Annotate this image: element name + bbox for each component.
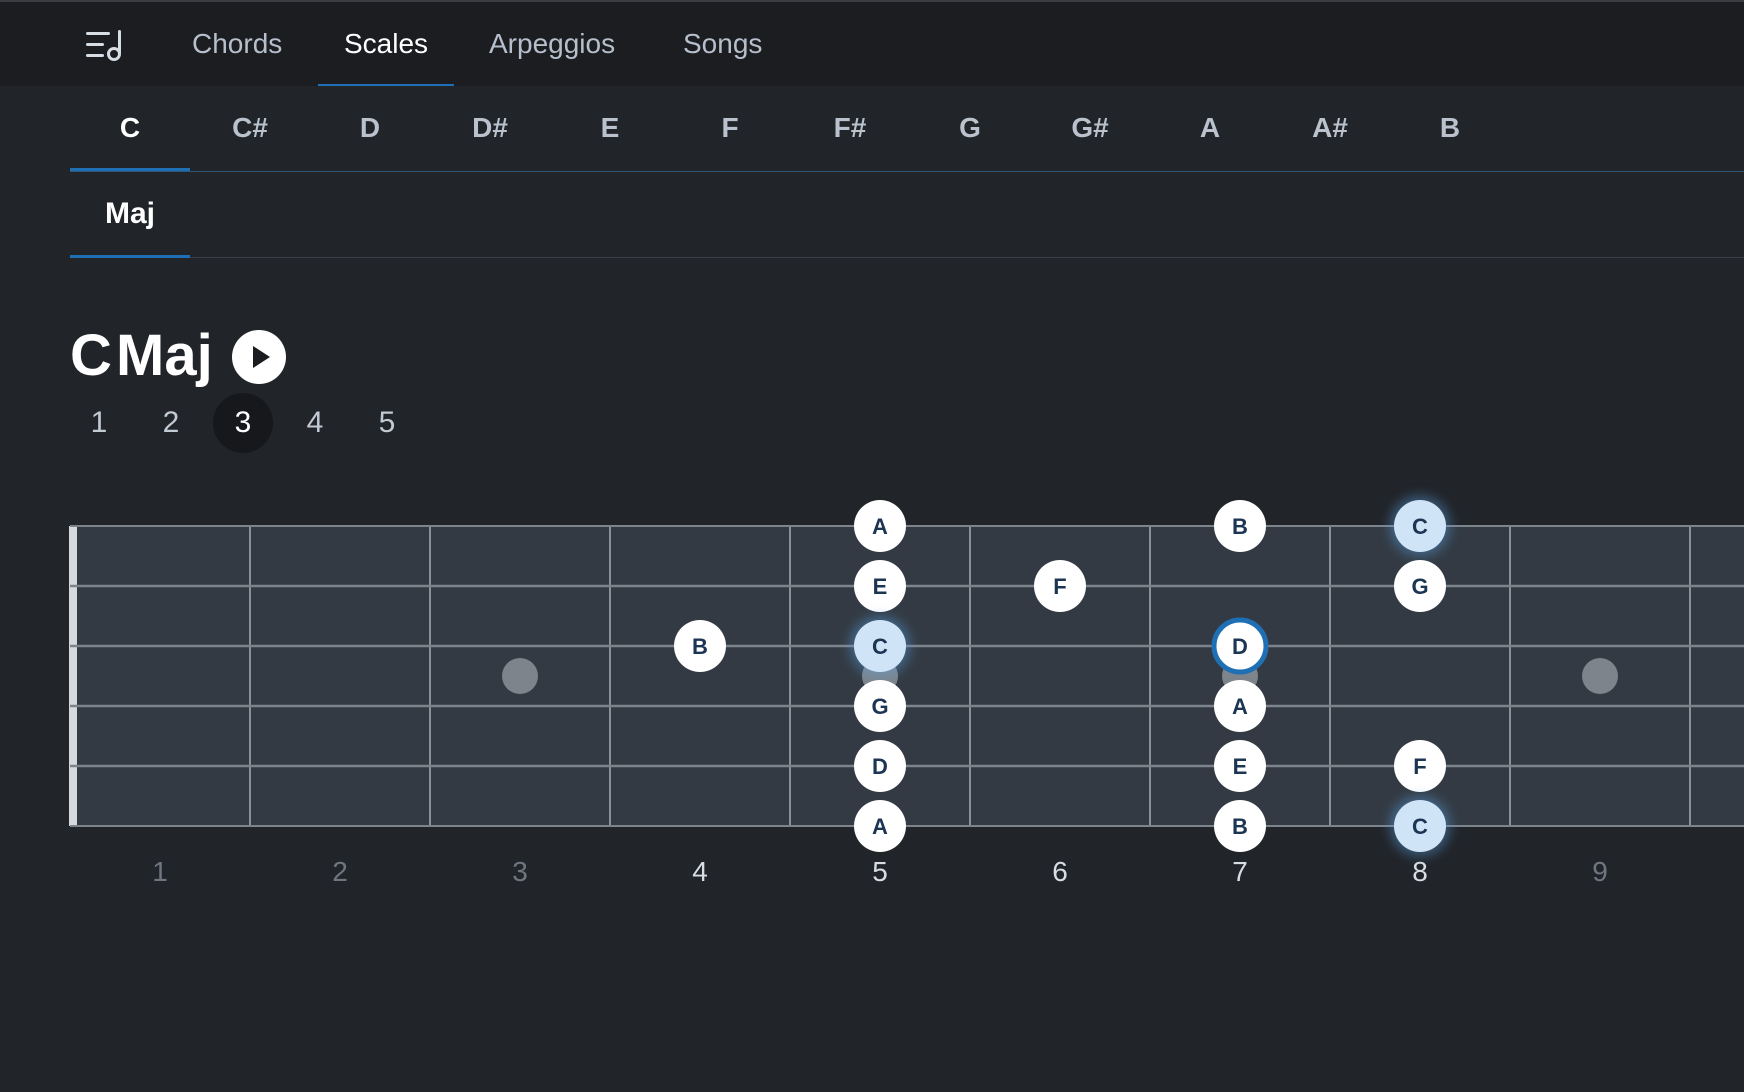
note-marker-a[interactable]: A xyxy=(1214,680,1266,732)
note-label: A xyxy=(872,514,888,539)
note-label: E xyxy=(873,574,888,599)
note-label: B xyxy=(1232,514,1248,539)
fretboard: A B C E F G B C D G A D E F A B C xyxy=(69,496,1744,856)
fret-number-2: 2 xyxy=(332,856,348,887)
note-label: G xyxy=(871,694,888,719)
note-label: A xyxy=(872,814,888,839)
note-label: C xyxy=(1412,814,1428,839)
note-marker-d[interactable]: D xyxy=(854,740,906,792)
note-marker-c[interactable]: C xyxy=(1390,496,1450,556)
note-label: D xyxy=(872,754,888,779)
note-marker-g[interactable]: G xyxy=(854,680,906,732)
note-marker-f[interactable]: F xyxy=(1034,560,1086,612)
fret-number-8: 8 xyxy=(1412,856,1428,887)
fret-number-3: 3 xyxy=(512,856,528,887)
note-marker-d[interactable]: D xyxy=(1211,617,1269,675)
fret-number-9: 9 xyxy=(1592,856,1608,887)
fret-number-1: 1 xyxy=(152,856,168,887)
fret-inlay-marker xyxy=(1582,658,1618,694)
note-label: F xyxy=(1053,574,1066,599)
fret-inlay-marker xyxy=(502,658,538,694)
note-marker-a[interactable]: A xyxy=(854,500,906,552)
note-label: D xyxy=(1232,634,1248,659)
note-label: E xyxy=(1233,754,1248,779)
note-label: A xyxy=(1232,694,1248,719)
note-marker-a[interactable]: A xyxy=(854,800,906,852)
note-marker-e[interactable]: E xyxy=(854,560,906,612)
fretboard-surface xyxy=(70,526,1744,826)
note-marker-g[interactable]: G xyxy=(1394,560,1446,612)
note-marker-b[interactable]: B xyxy=(674,620,726,672)
note-label: B xyxy=(692,634,708,659)
note-marker-c[interactable]: C xyxy=(850,616,910,676)
nut xyxy=(69,526,77,826)
note-marker-c[interactable]: C xyxy=(1390,796,1450,856)
note-label: B xyxy=(1232,814,1248,839)
note-marker-b[interactable]: B xyxy=(1214,500,1266,552)
fret-number-4: 4 xyxy=(692,856,708,887)
note-marker-f[interactable]: F xyxy=(1394,740,1446,792)
note-label: F xyxy=(1413,754,1426,779)
fret-number-6: 6 xyxy=(1052,856,1068,887)
fret-number-7: 7 xyxy=(1232,856,1248,887)
note-marker-b[interactable]: B xyxy=(1214,800,1266,852)
note-label: G xyxy=(1411,574,1428,599)
fret-number-5: 5 xyxy=(872,856,888,887)
note-label: C xyxy=(1412,514,1428,539)
note-marker-e[interactable]: E xyxy=(1214,740,1266,792)
note-label: C xyxy=(872,634,888,659)
